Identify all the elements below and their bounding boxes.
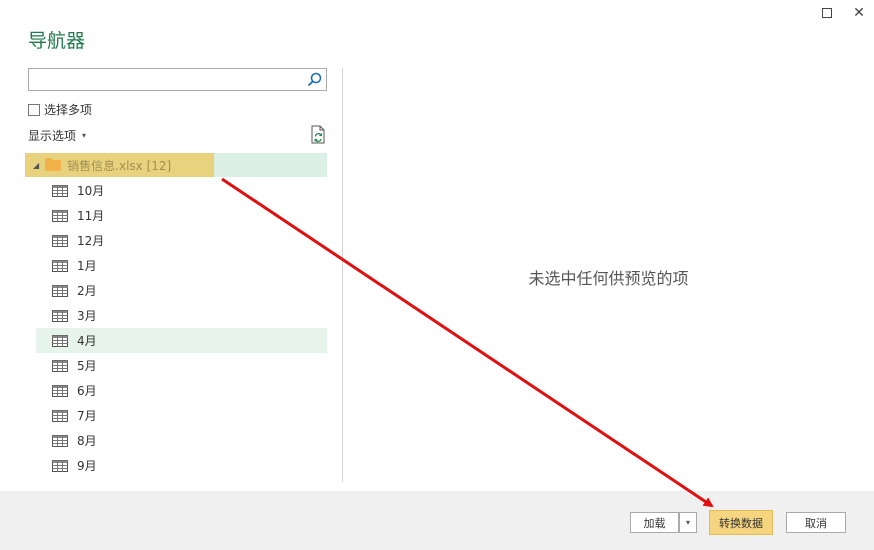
table-icon	[52, 184, 68, 197]
tree-root-label: 销售信息.xlsx [12]	[67, 158, 172, 173]
table-icon	[52, 334, 68, 347]
preview-empty-message: 未选中任何供预览的项	[528, 269, 689, 288]
multi-select-checkbox[interactable]	[28, 103, 40, 116]
sheet-item-label: 6月	[77, 384, 97, 398]
sheet-item[interactable]: 8月	[36, 428, 327, 453]
table-icon	[52, 309, 68, 322]
tree-root-row[interactable]: ◢ 销售信息.xlsx [12]	[25, 153, 327, 177]
sheet-item[interactable]: 7月	[36, 403, 327, 428]
sheet-item-label: 7月	[77, 409, 97, 423]
sheet-item-label: 1月	[77, 259, 97, 273]
sheet-item[interactable]: 3月	[36, 303, 327, 328]
sheet-item-label: 9月	[77, 459, 97, 473]
chevron-down-icon: ▾	[685, 518, 690, 527]
close-icon: ✕	[853, 5, 865, 21]
sheet-item-label: 2月	[77, 284, 97, 298]
sheet-item[interactable]: 4月	[36, 328, 327, 353]
sheet-item[interactable]: 5月	[36, 353, 327, 378]
table-icon	[52, 259, 68, 272]
folder-icon	[45, 157, 62, 171]
sheet-item[interactable]: 6月	[36, 378, 327, 403]
navigator-tree: ◢ 销售信息.xlsx [12]	[25, 153, 327, 177]
search-icon[interactable]	[306, 71, 323, 88]
sheet-item[interactable]: 12月	[36, 228, 327, 253]
sheet-item-label: 4月	[77, 334, 97, 348]
search-input[interactable]	[29, 69, 299, 90]
multi-select-label: 选择多项	[44, 103, 93, 117]
load-dropdown-button[interactable]: ▾	[679, 512, 697, 533]
sheet-item-label: 10月	[77, 184, 105, 198]
chevron-down-icon: ▾	[82, 131, 87, 140]
search-box	[28, 68, 327, 91]
table-icon	[52, 359, 68, 372]
table-icon	[52, 284, 68, 297]
square-icon	[822, 8, 832, 18]
sheet-item-label: 5月	[77, 359, 97, 373]
window-controls: ✕	[818, 4, 868, 22]
sheet-list: 10月 11月 12月 1月 2月 3月 4月 5月 6月 7月 8月 9月	[36, 178, 327, 478]
display-options-dropdown[interactable]: 显示选项 ▾	[28, 127, 86, 144]
sheet-item[interactable]: 2月	[36, 278, 327, 303]
multi-select-option[interactable]: 选择多项	[28, 101, 92, 118]
sheet-item-label: 3月	[77, 309, 97, 323]
sheet-item[interactable]: 10月	[36, 178, 327, 203]
sheet-item-label: 12月	[77, 234, 105, 248]
sheet-item[interactable]: 9月	[36, 453, 327, 478]
expand-icon[interactable]: ◢	[33, 161, 39, 170]
display-options-label: 显示选项	[28, 129, 77, 143]
refresh-icon[interactable]	[309, 125, 327, 144]
sheet-item[interactable]: 1月	[36, 253, 327, 278]
cancel-button[interactable]: 取消	[786, 512, 846, 533]
dialog-title: 导航器	[28, 30, 86, 52]
table-icon	[52, 434, 68, 447]
sheet-item-label: 11月	[77, 209, 105, 223]
table-icon	[52, 384, 68, 397]
table-icon	[52, 234, 68, 247]
table-icon	[52, 209, 68, 222]
sheet-item-label: 8月	[77, 434, 97, 448]
maximize-button[interactable]	[818, 4, 836, 22]
sheet-item[interactable]: 11月	[36, 203, 327, 228]
transform-data-button[interactable]: 转换数据	[709, 510, 773, 535]
table-icon	[52, 459, 68, 472]
load-button[interactable]: 加载	[630, 512, 679, 533]
close-button[interactable]: ✕	[850, 4, 868, 22]
table-icon	[52, 409, 68, 422]
